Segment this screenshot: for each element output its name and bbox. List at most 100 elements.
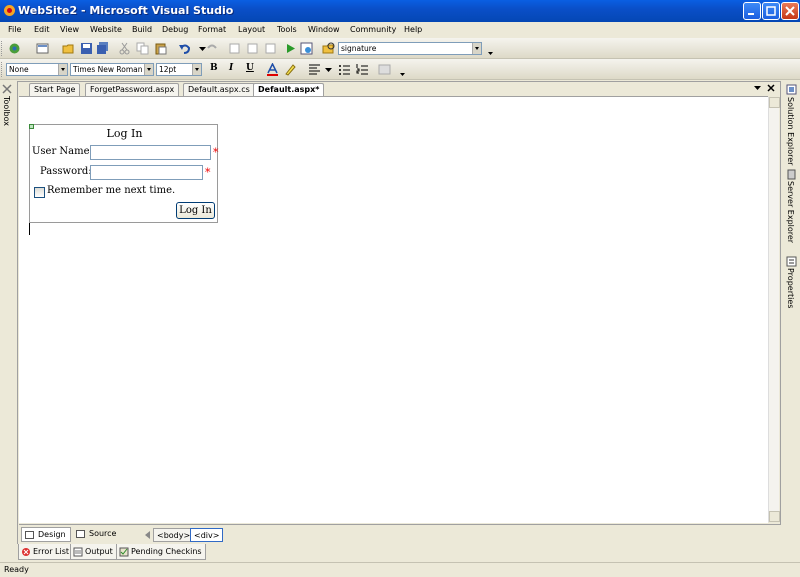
remember-me-label: Remember me next time. <box>47 185 176 196</box>
tab-default-aspx[interactable]: Default.aspx* <box>253 83 325 96</box>
error-list-icon <box>22 548 30 556</box>
maximize-button[interactable] <box>762 2 780 20</box>
properties-tab[interactable]: Properties <box>786 268 795 308</box>
highlight-icon[interactable] <box>284 63 297 76</box>
login-control[interactable]: Log In User Name: * Password: * Remember… <box>29 124 219 223</box>
toolbar-grip[interactable] <box>1 62 4 77</box>
login-button[interactable]: Log In <box>176 202 215 219</box>
menu-community[interactable]: Community <box>350 25 396 34</box>
save-icon[interactable] <box>80 42 93 55</box>
cut-icon[interactable] <box>118 42 131 55</box>
minimize-button[interactable] <box>743 2 761 20</box>
find-combo[interactable]: signature <box>338 42 482 55</box>
close-button[interactable] <box>781 2 799 20</box>
design-view-button[interactable]: Design <box>21 527 71 542</box>
toolbox-icon <box>2 84 12 94</box>
server-explorer-tab[interactable]: Server Explorer <box>786 181 795 243</box>
text-cursor <box>29 223 30 235</box>
new-project-icon[interactable] <box>8 42 21 55</box>
toolbar-options-icon[interactable] <box>396 65 409 78</box>
password-required-marker: * <box>205 166 211 179</box>
visual-studio-icon <box>4 5 15 16</box>
menu-window[interactable]: Window <box>308 25 340 34</box>
foreground-color-icon[interactable] <box>266 63 279 76</box>
navigate-back-icon[interactable] <box>228 42 241 55</box>
font-name-value: Times New Roman <box>73 65 143 74</box>
web-site-icon[interactable] <box>300 42 313 55</box>
tab-error-list[interactable]: Error List <box>18 544 74 560</box>
tab-forgetpassword-aspx[interactable]: ForgetPassword.aspx <box>85 83 180 96</box>
open-file-icon[interactable] <box>62 42 75 55</box>
breadcrumb-div[interactable]: <div> <box>190 528 224 542</box>
add-item-icon[interactable] <box>36 42 49 55</box>
menu-help[interactable]: Help <box>404 25 422 34</box>
scroll-up-icon[interactable] <box>769 97 780 108</box>
find-icon[interactable] <box>264 42 277 55</box>
menu-build[interactable]: Build <box>132 25 152 34</box>
font-name-combo[interactable]: Times New Roman <box>70 63 154 76</box>
username-input[interactable] <box>90 145 211 160</box>
menu-debug[interactable]: Debug <box>162 25 188 34</box>
menu-tools[interactable]: Tools <box>277 25 297 34</box>
paste-icon[interactable] <box>154 42 167 55</box>
font-name-arrow-icon[interactable] <box>144 64 153 75</box>
italic-button[interactable]: I <box>229 63 233 73</box>
active-files-dropdown-icon[interactable] <box>754 86 761 91</box>
bulleted-list-icon[interactable] <box>338 63 351 76</box>
find-in-files-icon[interactable] <box>322 42 335 55</box>
close-icon <box>785 6 795 16</box>
vertical-scrollbar[interactable] <box>768 97 780 522</box>
status-text: Ready <box>4 565 29 574</box>
toolbar-grip[interactable] <box>1 41 4 56</box>
numbered-list-icon[interactable] <box>356 63 369 76</box>
font-size-arrow-icon[interactable] <box>192 64 201 75</box>
password-input[interactable] <box>90 165 203 180</box>
close-document-icon[interactable] <box>767 84 775 92</box>
menu-layout[interactable]: Layout <box>238 25 265 34</box>
save-all-icon[interactable] <box>96 42 109 55</box>
block-format-combo[interactable]: None <box>6 63 68 76</box>
pending-checkins-label: Pending Checkins <box>131 547 202 556</box>
solution-explorer-icon <box>786 84 797 95</box>
solution-explorer-tab[interactable]: Solution Explorer <box>786 97 795 165</box>
underline-button[interactable]: U <box>246 63 254 73</box>
maximize-icon <box>766 6 776 16</box>
tab-pending-checkins[interactable]: Pending Checkins <box>116 544 206 560</box>
redo-icon[interactable] <box>206 42 219 55</box>
menu-view[interactable]: View <box>60 25 79 34</box>
toolbar-options-icon[interactable] <box>484 44 497 57</box>
toolbox-tab[interactable]: Toolbox <box>2 96 11 126</box>
menu-format[interactable]: Format <box>198 25 226 34</box>
menu-bar: File Edit View Website Build Debug Forma… <box>0 22 800 38</box>
server-explorer-icon <box>787 169 796 180</box>
design-view-icon <box>25 531 34 539</box>
scroll-down-icon[interactable] <box>769 511 780 522</box>
font-size-combo[interactable]: 12pt <box>156 63 202 76</box>
insert-image-icon[interactable] <box>378 63 391 76</box>
breadcrumb-body[interactable]: <body> <box>153 528 195 542</box>
menu-website[interactable]: Website <box>90 25 122 34</box>
login-title: Log In <box>106 127 143 140</box>
tab-default-aspx-cs[interactable]: Default.aspx.cs <box>183 83 255 96</box>
design-surface[interactable]: Log In User Name: * Password: * Remember… <box>19 96 768 523</box>
properties-icon <box>786 256 797 267</box>
formatting-toolbar: None Times New Roman 12pt B I U <box>0 59 800 80</box>
navigate-forward-icon[interactable] <box>246 42 259 55</box>
standard-toolbar: signature <box>0 38 800 59</box>
tab-output[interactable]: Output <box>70 544 117 560</box>
undo-icon[interactable] <box>178 42 191 55</box>
copy-icon[interactable] <box>136 42 149 55</box>
menu-edit[interactable]: Edit <box>34 25 50 34</box>
bold-button[interactable]: B <box>210 63 218 73</box>
previous-tag-icon[interactable] <box>145 531 151 539</box>
block-format-arrow-icon[interactable] <box>58 64 67 75</box>
tab-start-page[interactable]: Start Page <box>29 83 81 96</box>
justify-icon[interactable] <box>308 63 321 76</box>
source-view-button[interactable]: Source <box>73 527 120 542</box>
find-combo-arrow-icon[interactable] <box>472 43 481 54</box>
start-debugging-icon[interactable] <box>284 42 297 55</box>
remember-me-checkbox[interactable] <box>34 187 45 198</box>
menu-file[interactable]: File <box>8 25 21 34</box>
source-view-label: Source <box>89 529 117 538</box>
justify-dropdown-icon[interactable] <box>322 63 335 76</box>
